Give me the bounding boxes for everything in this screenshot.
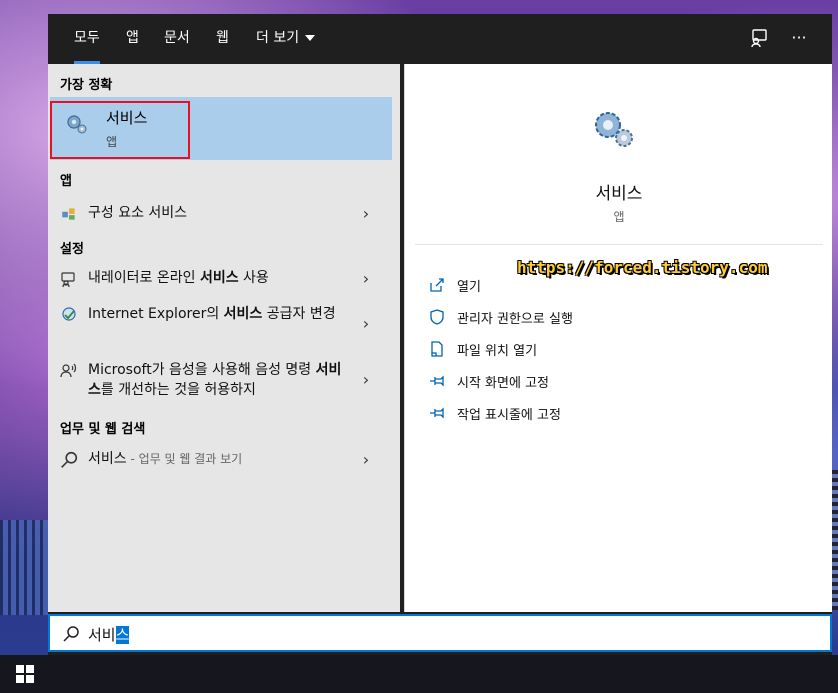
action-pin-to-start[interactable]: 시작 화면에 고정	[429, 372, 629, 392]
app-result-label: 구성 요소 서비스	[88, 205, 188, 221]
tab-web[interactable]: 웹	[216, 14, 229, 64]
chevron-right-icon[interactable]: ›	[360, 316, 372, 332]
settings-result-label: Microsoft가 음성을 사용해 음성 명령 서비스를 개선하는 것을 허용…	[88, 360, 348, 400]
windows-start-icon[interactable]	[16, 665, 34, 683]
file-location-icon	[431, 341, 443, 357]
settings-result-label: 내레이터로 온라인 서비스 사용	[88, 268, 348, 288]
internet-options-icon	[62, 307, 76, 321]
preview-title: 서비스	[595, 184, 643, 204]
results-list: 가장 정확 서비스 앱 앱 구성 요소 서비스 › 설정 내레이터로 온라인 서…	[48, 64, 400, 612]
shield-icon	[430, 309, 444, 325]
web-search-row[interactable]: 서비스 - 업무 및 웹 결과 보기 ›	[48, 446, 400, 474]
wallpaper-railing-right	[832, 470, 838, 610]
gears-large-icon	[595, 112, 633, 147]
chevron-right-icon[interactable]: ›	[360, 372, 372, 388]
action-open[interactable]: 열기	[429, 276, 629, 296]
label-part: 공급자 변경	[262, 306, 336, 322]
search-query: 서비스	[88, 624, 130, 645]
chevron-right-icon[interactable]: ›	[360, 206, 372, 222]
section-apps: 앱	[60, 174, 72, 189]
web-search-label: 서비스 - 업무 및 웹 결과 보기	[88, 449, 348, 469]
search-scope-bar: 모두 앱 문서 웹 더 보기 ···	[48, 14, 832, 64]
action-label: 파일 위치 열기	[457, 344, 538, 359]
label-part: Internet Explorer의	[88, 306, 224, 322]
action-label: 작업 표시줄에 고정	[457, 408, 561, 423]
chevron-right-icon[interactable]: ›	[360, 452, 372, 468]
app-result-row[interactable]: 구성 요소 서비스 ›	[48, 200, 400, 228]
open-icon	[430, 278, 444, 292]
label-bold-part: 서비스	[223, 306, 263, 322]
settings-result-row[interactable]: 내레이터로 온라인 서비스 사용 ›	[48, 264, 400, 294]
feedback-icon[interactable]	[748, 28, 770, 50]
settings-result-label: Internet Explorer의 서비스 공급자 변경	[88, 304, 348, 324]
pin-icon	[430, 407, 444, 419]
watermark-text: https://forced.tistory.com	[517, 258, 768, 277]
taskbar	[0, 655, 838, 693]
tab-documents[interactable]: 문서	[164, 14, 190, 64]
search-input[interactable]: 서비스	[48, 614, 832, 652]
speech-icon	[60, 363, 77, 378]
action-run-as-admin[interactable]: 관리자 권한으로 실행	[429, 308, 629, 328]
tab-all[interactable]: 모두	[74, 14, 100, 64]
tab-apps[interactable]: 앱	[126, 14, 139, 64]
pin-icon	[430, 375, 444, 387]
label-part: 내레이터로 온라인	[88, 270, 200, 286]
more-options-icon[interactable]: ···	[788, 28, 810, 50]
web-suffix: - 업무 및 웹 결과 보기	[126, 452, 243, 466]
annotation-highlight-box	[50, 101, 190, 159]
search-icon	[63, 626, 79, 642]
section-settings: 설정	[60, 242, 84, 257]
search-query-text: 서비	[88, 626, 116, 644]
divider	[415, 244, 823, 245]
action-label: 관리자 권한으로 실행	[457, 312, 573, 327]
narrator-icon	[61, 272, 75, 288]
label-bold-part: 서비스	[199, 270, 239, 286]
tab-more-label: 더 보기	[256, 30, 300, 46]
chevron-right-icon[interactable]: ›	[360, 271, 372, 287]
settings-result-row[interactable]: Microsoft가 음성을 사용해 음성 명령 서비스를 개선하는 것을 허용…	[48, 358, 400, 402]
wallpaper-railing	[0, 520, 48, 615]
action-open-file-location[interactable]: 파일 위치 열기	[429, 340, 629, 360]
search-panel: 모두 앱 문서 웹 더 보기 ··· 가장 정확 서비스 앱 앱 구성 요소 서…	[48, 14, 832, 655]
preview-subtitle: 앱	[613, 210, 625, 224]
label-part: 사용	[238, 270, 269, 286]
section-web-search: 업무 및 웹 검색	[60, 422, 146, 437]
component-services-icon	[62, 208, 75, 220]
tab-more[interactable]: 더 보기	[256, 14, 316, 64]
section-best-match: 가장 정확	[60, 78, 113, 93]
action-label: 열기	[457, 280, 481, 295]
action-label: 시작 화면에 고정	[457, 376, 549, 391]
chevron-down-icon	[305, 35, 316, 41]
search-icon	[61, 451, 78, 468]
label-part: 를 개선하는 것을 허용하지	[100, 382, 256, 398]
action-pin-to-taskbar[interactable]: 작업 표시줄에 고정	[429, 404, 629, 424]
web-query: 서비스	[88, 451, 127, 467]
settings-result-row[interactable]: Internet Explorer의 서비스 공급자 변경 ›	[48, 302, 400, 346]
preview-pane: 서비스 앱 https://forced.tistory.com 열기 관리자 …	[404, 64, 832, 612]
label-part: Microsoft가 음성을 사용해 음성 명령	[88, 362, 316, 378]
search-query-selected: 스	[115, 626, 130, 644]
